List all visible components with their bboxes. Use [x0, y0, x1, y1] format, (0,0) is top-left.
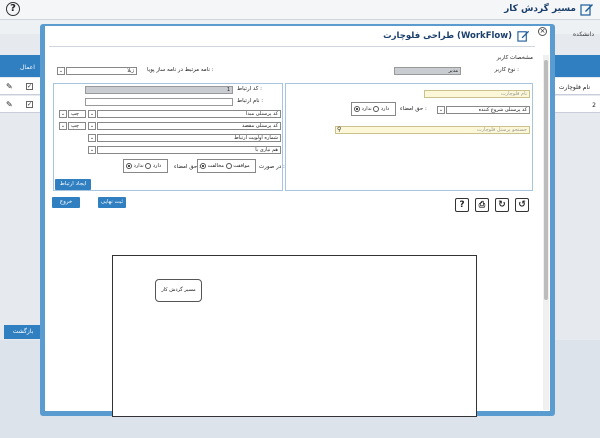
- chevron-down-icon[interactable]: ⌄: [88, 134, 96, 142]
- start-user-select[interactable]: کد پرسنلی شروع کننده: [446, 106, 530, 114]
- rel-name-input[interactable]: [85, 98, 233, 106]
- row-checkbox[interactable]: ✓: [26, 83, 33, 90]
- user-panel: [285, 83, 533, 191]
- help-icon[interactable]: ?: [6, 2, 20, 16]
- sign-right-label-2: حق امضاء :: [174, 164, 201, 170]
- has-radio[interactable]: [354, 105, 360, 112]
- top-bar: مسیر گردش کار ?: [0, 0, 600, 20]
- chevron-down-icon[interactable]: ⌄: [88, 146, 96, 154]
- chevron-down-icon[interactable]: ⌄: [88, 122, 96, 130]
- flow-name-input[interactable]: نام فلوچارت: [424, 90, 530, 98]
- final-save-button[interactable]: ثبت نهایی: [98, 197, 126, 208]
- has-label: دارد: [380, 106, 390, 112]
- linked-letter-label: نامه مرتبط در نامه ساز پویا :: [147, 67, 214, 73]
- refresh-icon[interactable]: ↻: [495, 198, 509, 212]
- disagree-radio[interactable]: [225, 162, 232, 169]
- exit-button[interactable]: خروج: [52, 197, 80, 208]
- flow-node[interactable]: مسیر گردش کار: [155, 279, 202, 302]
- agree-label: موافقت: [233, 163, 250, 169]
- has-not-label: ندارد: [133, 163, 144, 169]
- priority-select[interactable]: شماره اولویت ارتباط: [97, 134, 281, 142]
- chevron-down-icon[interactable]: ⌄: [57, 67, 65, 75]
- user-spec-label: مشخصات کاربر: [496, 55, 533, 61]
- has-not-radio[interactable]: [373, 105, 380, 112]
- app-title: مسیر گردش کار: [504, 4, 576, 14]
- modal-title: طراحی فلوچارت (WorkFlow): [383, 31, 512, 41]
- dest-code-select[interactable]: کد پرسنلی مقصد: [97, 122, 281, 130]
- origin-code-select[interactable]: کد پرسنلی مبدا: [97, 110, 281, 118]
- edit-icon: [580, 4, 593, 16]
- background-label: دانشکده: [573, 31, 594, 38]
- chevron-down-icon[interactable]: ⌄: [59, 122, 67, 130]
- sign-right-label: حق امضاء :: [400, 106, 427, 112]
- pencil-icon[interactable]: ✎: [6, 82, 13, 91]
- action-column-header: اعمال: [20, 64, 35, 71]
- search-input[interactable]: جستجو پرسنل فلوچارت: [335, 126, 530, 134]
- close-icon[interactable]: ×: [538, 27, 547, 36]
- sign-right-radio-group-2[interactable]: دارد ندارد: [123, 159, 168, 173]
- search-icon: ⚲: [337, 126, 342, 133]
- title-divider: [49, 46, 535, 47]
- rel-code-input[interactable]: 1: [85, 86, 233, 94]
- parallel-select[interactable]: هم نیازی با: [97, 146, 281, 154]
- chevron-down-icon[interactable]: ⌄: [59, 110, 67, 118]
- row-index-cell: 2: [592, 102, 596, 109]
- help-icon[interactable]: ?: [455, 198, 469, 212]
- sign-right-radio-group[interactable]: دارد ندارد: [351, 102, 396, 116]
- scrollbar-thumb[interactable]: [544, 60, 548, 300]
- chevron-down-icon[interactable]: ⌄: [437, 106, 445, 114]
- linked-letter-select[interactable]: ژیلا: [66, 67, 137, 75]
- row-checkbox[interactable]: ✓: [26, 101, 33, 108]
- create-relation-button[interactable]: ایجاد ارتباط: [55, 179, 91, 190]
- print-icon[interactable]: ⎙: [475, 198, 489, 212]
- user-type-label: نوع کاربر :: [494, 67, 519, 73]
- origin-side-select[interactable]: چپ: [68, 110, 86, 118]
- flow-name-cell: نام فلوچارت: [558, 84, 590, 91]
- rel-name-label: نام ارتباط :: [237, 98, 264, 104]
- has-not-radio[interactable]: [145, 162, 152, 169]
- dest-side-select[interactable]: چپ: [68, 122, 86, 130]
- chevron-down-icon[interactable]: ⌄: [88, 110, 96, 118]
- in-case-label: در صورت :: [259, 164, 285, 170]
- user-type-select[interactable]: مدیر: [394, 67, 461, 75]
- back-button[interactable]: بازگشت: [4, 325, 42, 339]
- has-not-label: ندارد: [361, 106, 372, 112]
- pencil-icon[interactable]: ✎: [6, 100, 13, 109]
- disagree-label: مخالفت: [207, 163, 224, 169]
- reset-icon[interactable]: ↺: [515, 198, 529, 212]
- rel-code-label: کد ارتباط :: [237, 86, 262, 92]
- edit-icon: [517, 30, 530, 42]
- has-label: دارد: [152, 163, 162, 169]
- approval-radio-group[interactable]: موافقت مخالفت: [197, 159, 256, 173]
- has-radio[interactable]: [126, 162, 132, 169]
